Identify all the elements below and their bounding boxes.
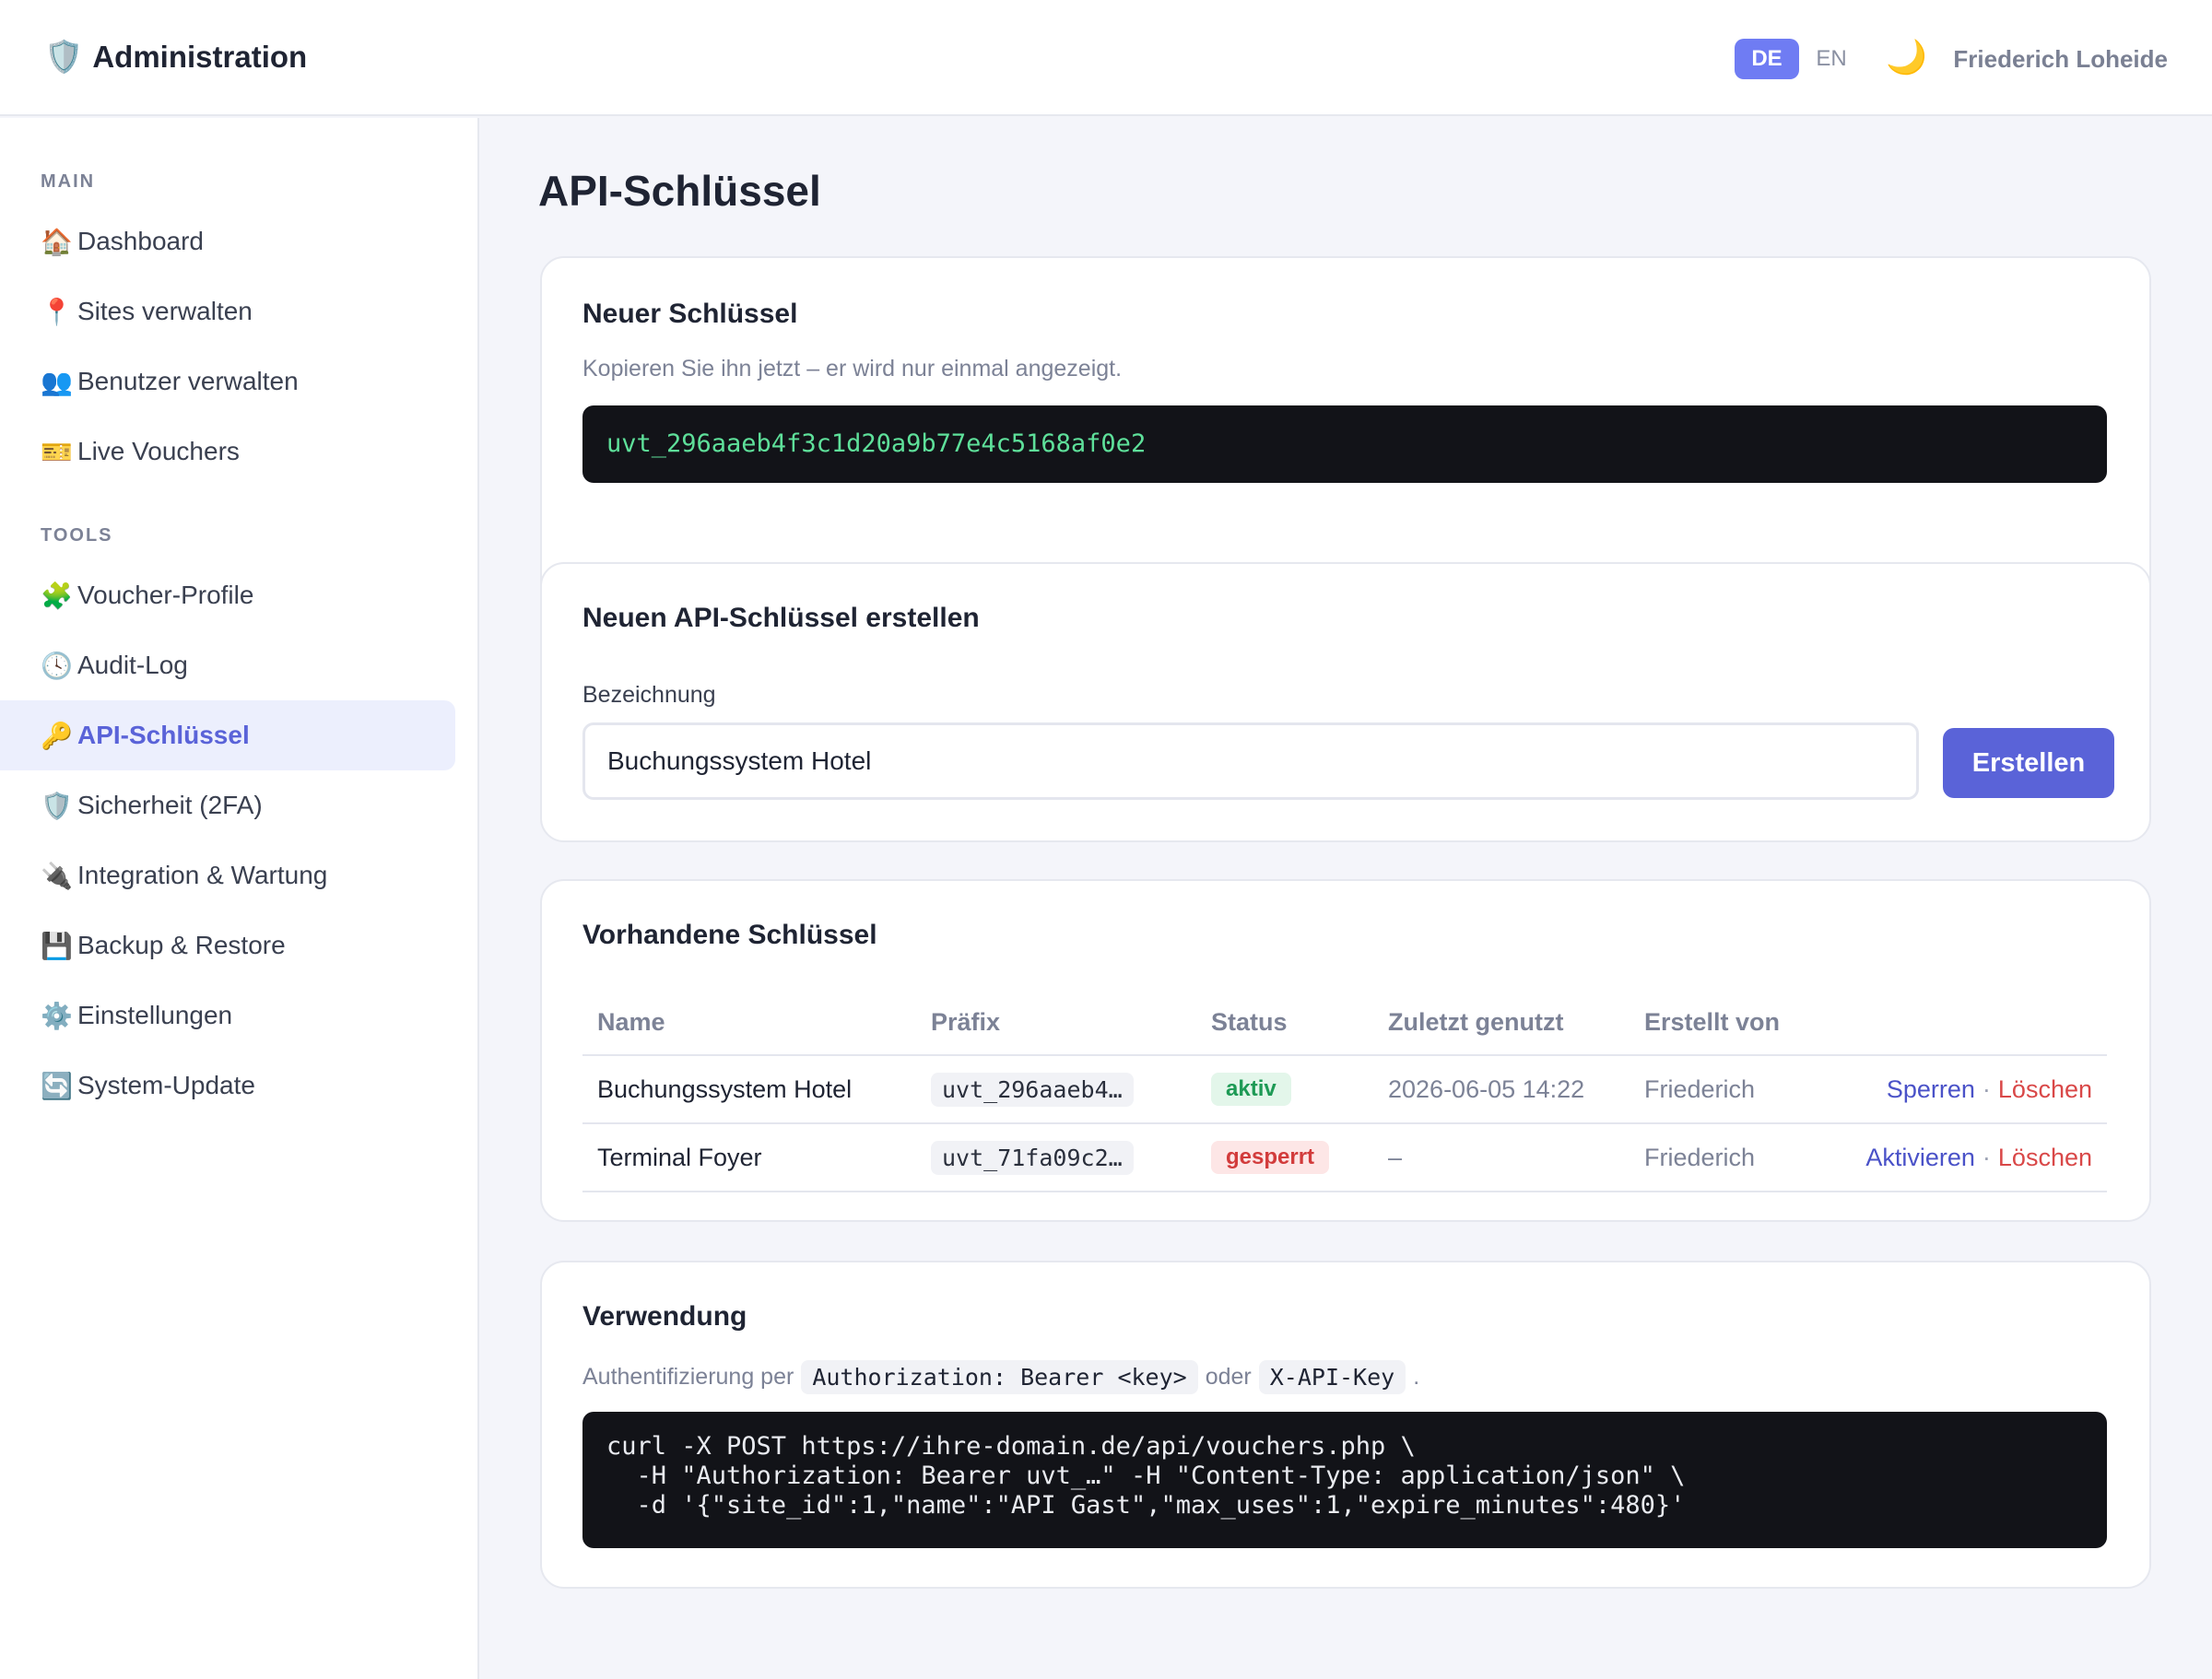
main-content: API-Schlüssel Neuer Schlüssel Kopieren S… [481,118,2212,1679]
column-prefix: Präfix [931,1008,1001,1036]
sidebar-item-api-keys[interactable]: 🔑 API-Schlüssel [0,700,455,770]
sidebar-item-security[interactable]: 🛡️ Sicherheit (2FA) [0,770,455,840]
sidebar-item-label: Dashboard [77,227,204,255]
row-name: Buchungssystem Hotel [597,1074,853,1103]
sidebar-item-audit-log[interactable]: 🕓 Audit-Log [0,630,455,700]
usage-text-end: . [1413,1363,1420,1390]
curl-example-code[interactable]: curl -X POST https://ihre-domain.de/api/… [582,1412,2107,1548]
language-de-button[interactable]: DE [1735,39,1799,79]
delete-link[interactable]: Löschen [1998,1144,2092,1172]
api-key-header-code: X-API-Key [1258,1359,1406,1394]
sidebar-item-system-update[interactable]: 🔄 System-Update [0,1051,455,1121]
block-link[interactable]: Sperren [1887,1075,1975,1104]
delete-link[interactable]: Löschen [1998,1075,2092,1104]
sidebar-item-label: Sicherheit (2FA) [77,791,263,819]
sidebar-item-backup[interactable]: 💾 Backup & Restore [0,910,455,980]
row-last-used: 2026-06-05 14:22 [1388,1074,1585,1103]
create-key-title: Neuen API-Schlüssel erstellen [582,603,980,633]
activate-link[interactable]: Aktivieren [1865,1144,1975,1172]
usage-text-or: oder [1205,1363,1252,1390]
action-separator: · [1982,1074,1991,1103]
sidebar-item-label: Audit-Log [77,651,188,679]
section-tools-heading: TOOLS [41,525,113,546]
moon-icon[interactable]: 🌙 [1886,33,1927,81]
house-icon: 🏠 [41,227,73,256]
gear-icon: ⚙️ [41,1001,73,1030]
sidebar-item-label: System-Update [77,1071,255,1099]
action-separator: · [1982,1143,1991,1171]
users-icon: 👥 [41,367,73,396]
existing-keys-card: Vorhandene Schlüssel Name Präfix Status … [540,879,2151,1222]
floppy-disk-icon: 💾 [41,931,73,960]
top-bar: 🛡️ Administration DE EN 🌙 Friederich Loh… [0,0,2212,116]
row-created-by: Friederich [1644,1074,1756,1103]
sidebar-item-label: Benutzer verwalten [77,367,299,395]
auth-header-code: Authorization: Bearer <key> [801,1359,1198,1394]
column-last-used: Zuletzt genutzt [1388,1008,1564,1036]
create-key-card: Neuen API-Schlüssel erstellen Bezeichnun… [540,562,2151,842]
table-header: Name Präfix Status Zuletzt genutzt Erste… [582,988,2107,1056]
shield-icon: 🛡️ [41,791,73,820]
new-key-hint: Kopieren Sie ihn jetzt – er wird nur ein… [582,356,1123,382]
sidebar-item-label: Einstellungen [77,1001,233,1029]
existing-keys-title: Vorhandene Schlüssel [582,920,877,950]
app-title: Administration [92,40,308,74]
usage-description: Authentifizierung per Authorization: Bea… [582,1358,1419,1395]
sidebar-item-live-vouchers[interactable]: 🎫 Live Vouchers [0,417,455,487]
column-name: Name [597,1008,665,1036]
pin-icon: 📍 [41,297,73,326]
sidebar-item-label: Backup & Restore [77,931,286,959]
sidebar-item-label: Live Vouchers [77,437,240,465]
usage-text-prefix: Authentifizierung per [582,1363,794,1390]
create-button[interactable]: Erstellen [1943,728,2114,798]
name-label: Bezeichnung [582,682,716,708]
row-name: Terminal Foyer [597,1143,762,1171]
language-en-button[interactable]: EN [1799,39,1864,79]
page-title: API-Schlüssel [538,167,821,215]
key-icon: 🔑 [41,721,73,750]
usage-card: Verwendung Authentifizierung per Authori… [540,1261,2151,1589]
row-prefix: uvt_296aaeb4… [931,1072,1134,1107]
row-last-used: – [1388,1143,1403,1171]
sidebar-item-label: API-Schlüssel [77,721,250,749]
new-key-value[interactable]: uvt_296aaeb4f3c1d20a9b77e4c5168af0e2 [582,405,2107,483]
puzzle-icon: 🧩 [41,581,73,610]
status-badge: aktiv [1211,1073,1291,1106]
sidebar-item-integration[interactable]: 🔌 Integration & Wartung [0,840,455,910]
shield-icon: 🛡️ [44,40,84,75]
table-row: Terminal Foyer uvt_71fa09c2… gesperrt – … [582,1124,2107,1192]
row-actions: Sperren · Löschen [1887,1056,2092,1122]
section-main-heading: MAIN [41,171,96,192]
ticket-icon: 🎫 [41,437,73,466]
sidebar-item-users[interactable]: 👥 Benutzer verwalten [0,346,455,417]
clock-icon: 🕓 [41,651,73,680]
sidebar-item-settings[interactable]: ⚙️ Einstellungen [0,980,455,1051]
plug-icon: 🔌 [41,861,73,890]
usage-title: Verwendung [582,1301,747,1332]
status-badge: gesperrt [1211,1141,1330,1174]
row-created-by: Friederich [1644,1143,1756,1171]
table-row: Buchungssystem Hotel uvt_296aaeb4… aktiv… [582,1056,2107,1124]
sidebar-item-label: Integration & Wartung [77,861,328,889]
row-prefix: uvt_71fa09c2… [931,1140,1134,1175]
sidebar-item-voucher-profile[interactable]: 🧩 Voucher-Profile [0,560,455,630]
column-status: Status [1211,1008,1288,1036]
row-actions: Aktivieren · Löschen [1865,1124,2092,1191]
brand[interactable]: 🛡️ Administration [44,35,307,79]
sidebar-item-label: Sites verwalten [77,297,253,325]
sidebar-item-sites[interactable]: 📍 Sites verwalten [0,276,455,346]
refresh-icon: 🔄 [41,1071,73,1100]
sidebar: MAIN 🏠 Dashboard 📍 Sites verwalten 👥 Ben… [0,118,479,1679]
user-name[interactable]: Friederich Loheide [1953,39,2168,79]
new-key-title: Neuer Schlüssel [582,299,798,329]
column-created-by: Erstellt von [1644,1008,1781,1036]
name-input[interactable] [582,722,1919,800]
sidebar-item-label: Voucher-Profile [77,581,254,609]
sidebar-item-dashboard[interactable]: 🏠 Dashboard [0,206,455,276]
